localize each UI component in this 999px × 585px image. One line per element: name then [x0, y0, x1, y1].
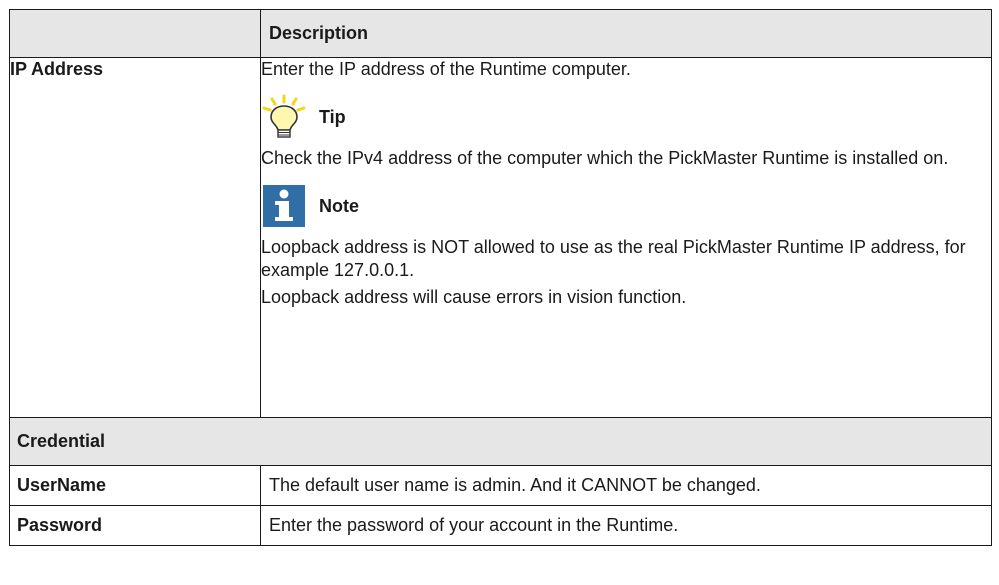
ip-address-description: Enter the IP address of the Runtime comp…: [260, 57, 992, 418]
section-row-credential: Credential: [9, 417, 992, 466]
tip-text: Check the IPv4 address of the computer w…: [261, 148, 949, 168]
ip-address-intro: Enter the IP address of the Runtime comp…: [261, 59, 631, 79]
parameter-table: Description IP Address Enter the IP addr…: [9, 9, 992, 546]
info-icon: [261, 183, 307, 229]
table-header-row: Description: [9, 9, 992, 58]
table-row-ip-address: IP Address Enter the IP address of the R…: [9, 57, 992, 418]
note-text-2: Loopback address will cause errors in vi…: [261, 287, 687, 307]
lightbulb-icon: [261, 94, 307, 140]
table-row-password: Password Enter the password of your acco…: [9, 505, 992, 546]
note-label: Note: [319, 195, 359, 216]
password-label: Password: [9, 505, 261, 546]
tip-admonition: Tip: [261, 91, 991, 143]
username-description: The default user name is admin. And it C…: [260, 465, 992, 506]
note-text-1: Loopback address is NOT allowed to use a…: [261, 237, 966, 280]
ip-address-label: IP Address: [9, 57, 261, 418]
section-credential-label: Credential: [9, 417, 992, 466]
password-description: Enter the password of your account in th…: [260, 505, 992, 546]
tip-label: Tip: [319, 106, 346, 127]
table-row-username: UserName The default user name is admin.…: [9, 465, 992, 506]
note-admonition: Note: [261, 180, 991, 232]
header-description-cell: Description: [260, 9, 992, 58]
header-parameter-cell: [9, 9, 261, 58]
username-label: UserName: [9, 465, 261, 506]
